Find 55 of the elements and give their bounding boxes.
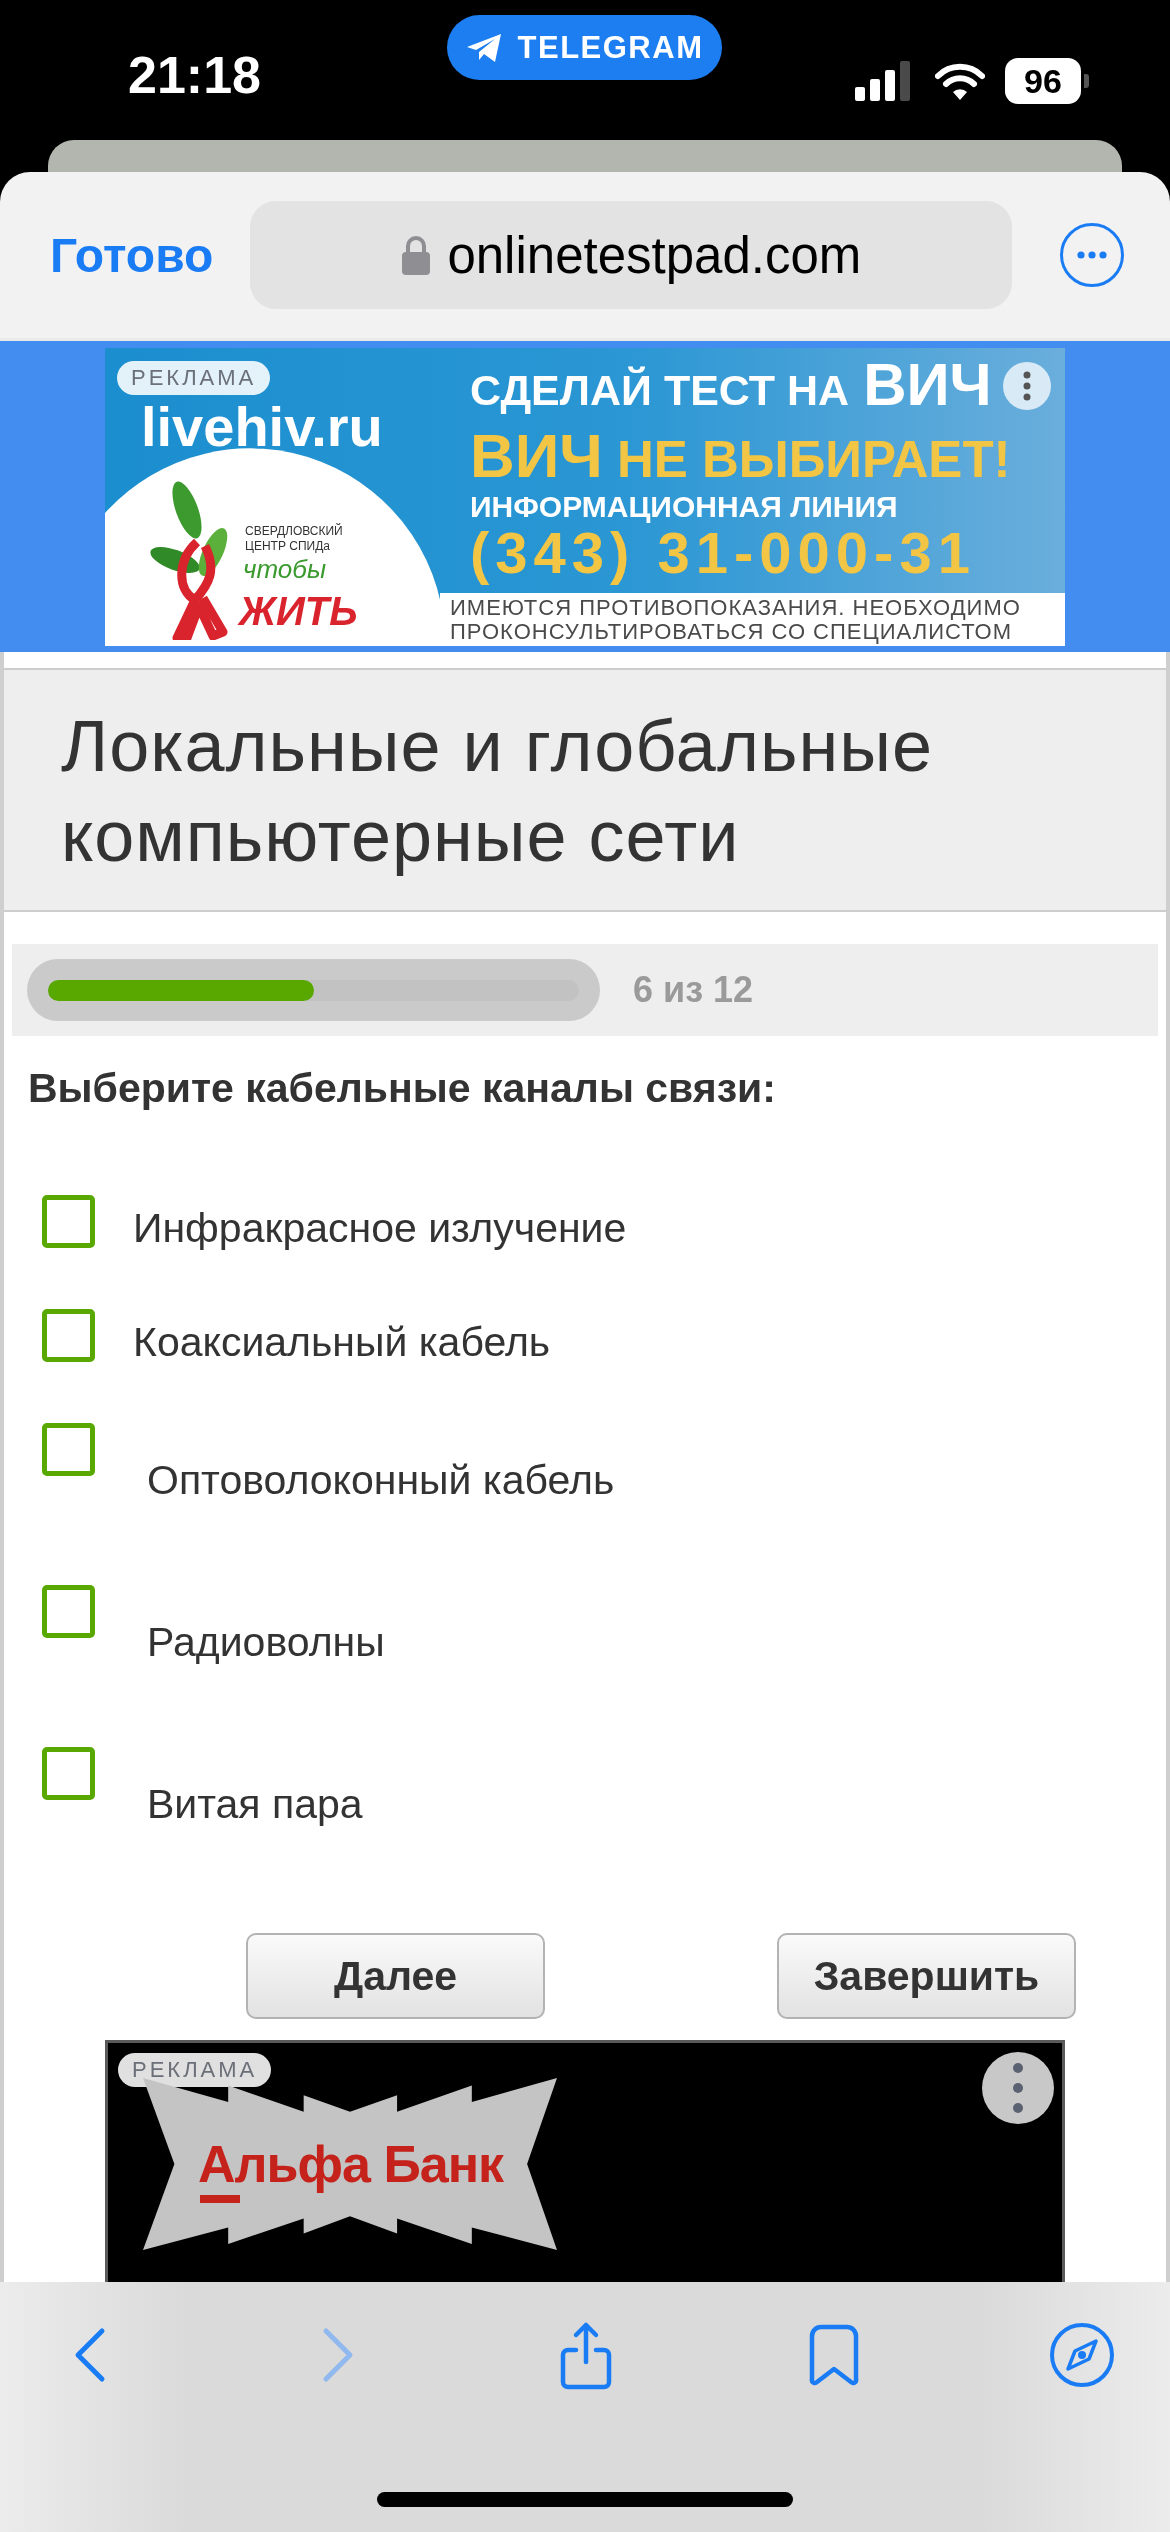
paper-plane-icon: [465, 32, 502, 63]
option-label: Инфракрасное излучение: [133, 1204, 627, 1252]
ad-disclaimer: ИМЕЮТСЯ ПРОТИВОПОКАЗАНИЯ. НЕОБХОДИМО ПРОКОНСУЛЬТИРОВАТЬСЯ СО СПЕЦИАЛИСТОМ: [440, 593, 1065, 646]
checkbox[interactable]: [42, 1747, 95, 1800]
url-text: onlinetestpad.com: [447, 225, 862, 285]
logo-slogan-small: чтобы: [243, 555, 327, 583]
progress-label: 6 из 12: [633, 969, 754, 1011]
compass-icon: [1049, 2322, 1115, 2388]
more-button[interactable]: [1060, 223, 1124, 287]
option-label: Оптоволоконный кабель: [147, 1456, 615, 1504]
checkbox[interactable]: [42, 1195, 95, 1248]
address-field[interactable]: onlinetestpad.com: [250, 201, 1013, 309]
done-button[interactable]: Готово: [50, 227, 214, 283]
ad-label: РЕКЛАМА: [118, 2053, 272, 2087]
ad-label: РЕКЛАМА: [117, 361, 271, 395]
vertical-ellipsis-icon: [1023, 371, 1031, 401]
return-to-app-button[interactable]: TELEGRAM: [447, 15, 722, 80]
lock-icon: [401, 235, 432, 275]
nav-button[interactable]: Далее: [246, 1933, 545, 2019]
logo-caption: СВЕРДЛОВСКИЙ ЦЕНТР СПИДа: [245, 524, 344, 554]
logo-slogan-large: ЖИТЬ: [239, 588, 358, 634]
chevron-right-icon: [322, 2327, 354, 2383]
compass-button[interactable]: [1049, 2322, 1115, 2388]
ad-banner[interactable]: РЕКЛАМА Альфа Банк: [105, 2040, 1065, 2282]
ad-menu-button[interactable]: [1003, 362, 1051, 410]
nav-button[interactable]: Завершить: [777, 1933, 1076, 2019]
wifi-icon: [935, 62, 985, 100]
option-label: Коаксиальный кабель: [133, 1318, 551, 1366]
ad-slogan-large: ВИЧ: [470, 425, 603, 487]
battery-indicator: 96: [1005, 58, 1089, 104]
checkbox[interactable]: [42, 1309, 95, 1362]
chevron-left-icon: [74, 2327, 106, 2383]
back-button[interactable]: [74, 2327, 106, 2383]
ad-banner[interactable]: [105, 348, 1065, 646]
ad-site-name: livehiv.ru: [141, 398, 383, 456]
vertical-ellipsis-icon: [1013, 2063, 1023, 2113]
ad-slogan: НЕ ВЫБИРАЕТ!: [616, 430, 1011, 490]
checkbox[interactable]: [42, 1585, 95, 1638]
ad-headline-large: ВИЧ: [863, 352, 992, 418]
bookmark-icon: [808, 2324, 860, 2386]
clock-time: 21:18: [128, 45, 262, 106]
ellipsis-icon: [1077, 251, 1107, 259]
bank-logo: Альфа Банк: [198, 2135, 504, 2203]
signal-bars-icon: [855, 61, 910, 101]
ad-headline: СДЕЛАЙ ТЕСТ НА: [470, 365, 850, 416]
option-label: Радиоволны: [147, 1618, 385, 1666]
ad-phone: (343) 31-000-31: [470, 523, 976, 583]
option-label: Витая пара: [147, 1780, 363, 1828]
test-title: Локальные и глобальные компьютерные сети: [61, 705, 934, 878]
ad-info-line: ИНФОРМАЦИОННАЯ ЛИНИЯ: [470, 491, 898, 523]
share-icon: [559, 2320, 613, 2390]
share-button[interactable]: [559, 2320, 613, 2390]
checkbox[interactable]: [42, 1423, 95, 1476]
question-text: Выберите кабельные каналы связи:: [27, 1066, 777, 1110]
bookmarks-button[interactable]: [808, 2324, 860, 2386]
